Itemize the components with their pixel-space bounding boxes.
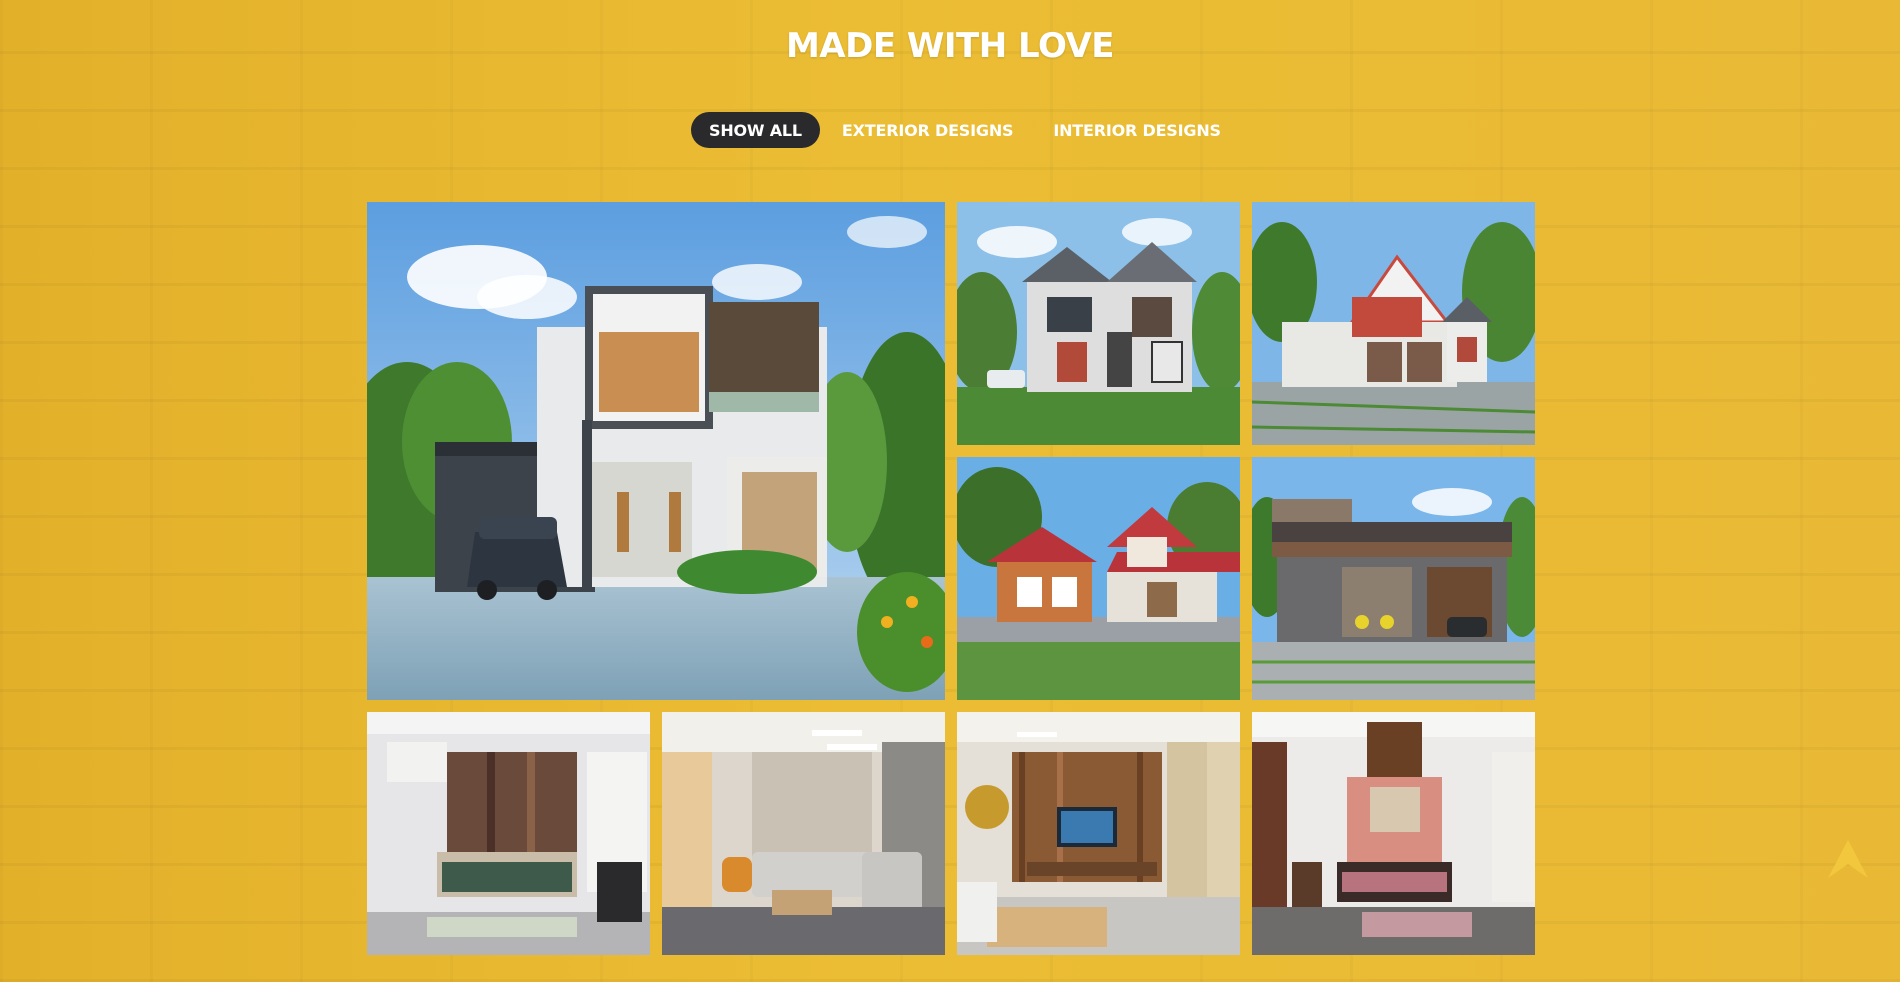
gallery-item-bedroom-wood[interactable] <box>367 712 650 955</box>
bedroom-brick-image <box>1252 712 1535 955</box>
gallery-item-bedroom-brick[interactable] <box>1252 712 1535 955</box>
gallery-item-flat-roof-house[interactable] <box>1252 457 1535 700</box>
gallery-item-red-accent-house[interactable] <box>1252 202 1535 445</box>
red-roof-house-image <box>957 457 1240 700</box>
filter-show-all-button[interactable]: SHOW ALL <box>691 112 820 148</box>
gallery-item-living-room-tv[interactable] <box>957 712 1240 955</box>
flat-roof-house-image <box>1252 457 1535 700</box>
gallery-filter-bar: SHOW ALL EXTERIOR DESIGNS INTERIOR DESIG… <box>691 112 1239 148</box>
gallery-item-modern-house[interactable] <box>367 202 945 700</box>
portfolio-gallery <box>367 202 1537 955</box>
filter-interior-designs-button[interactable]: INTERIOR DESIGNS <box>1035 112 1239 148</box>
living-room-sofa-image <box>662 712 945 955</box>
gallery-item-red-roof-house[interactable] <box>957 457 1240 700</box>
gabled-house-image <box>957 202 1240 445</box>
modern-house-image <box>367 202 945 700</box>
red-accent-house-image <box>1252 202 1535 445</box>
living-room-tv-image <box>957 712 1240 955</box>
chevron-up-icon <box>1828 840 1868 878</box>
scroll-to-top-button[interactable] <box>1826 838 1870 882</box>
page-title: MADE WITH LOVE <box>785 26 1115 66</box>
gallery-item-gabled-house[interactable] <box>957 202 1240 445</box>
gallery-item-living-room-sofa[interactable] <box>662 712 945 955</box>
filter-exterior-designs-button[interactable]: EXTERIOR DESIGNS <box>824 112 1031 148</box>
bedroom-wood-image <box>367 712 650 955</box>
